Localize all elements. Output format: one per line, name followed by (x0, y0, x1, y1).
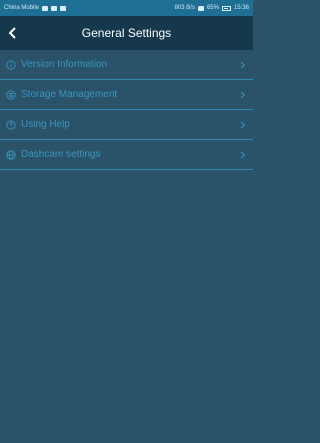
status-bar: China Mobile 803 B/s 65% 15:36 (0, 0, 253, 16)
back-button[interactable] (0, 16, 26, 50)
dashcam-icon (6, 149, 16, 160)
message-icon (42, 5, 49, 11)
battery-percent: 65% (206, 5, 219, 11)
help-icon (6, 119, 16, 130)
chevron-right-icon (239, 150, 247, 160)
storage-icon (6, 89, 16, 100)
menu-item-label: Storage Management (21, 89, 118, 100)
status-left: China Mobile (4, 5, 67, 11)
chevron-left-icon (9, 27, 16, 39)
network-speed: 803 B/s (174, 5, 195, 11)
carrier-label: China Mobile (4, 5, 40, 11)
title-bar: General Settings (0, 16, 253, 50)
battery-icon (221, 5, 231, 11)
menu-item-label: Version Information (21, 59, 108, 70)
app-icon (60, 5, 67, 11)
menu-item-storage-management[interactable]: Storage Management (0, 80, 253, 110)
settings-menu: Version Information Storage Management U… (0, 50, 253, 170)
notification-icon (51, 5, 58, 11)
menu-item-label: Using Help (21, 119, 70, 130)
chevron-right-icon (239, 120, 247, 130)
chevron-right-icon (239, 90, 247, 100)
chevron-right-icon (239, 60, 247, 70)
menu-item-using-help[interactable]: Using Help (0, 110, 253, 140)
menu-item-dashcam-settings[interactable]: Dashcam settings (0, 140, 253, 170)
signal-icon (197, 5, 204, 11)
menu-item-label: Dashcam settings (21, 149, 101, 160)
page-title: General Settings (81, 26, 172, 40)
status-right: 803 B/s 65% 15:36 (175, 5, 249, 11)
clock: 15:36 (233, 5, 249, 11)
menu-item-version-information[interactable]: Version Information (0, 50, 253, 80)
info-icon (6, 59, 16, 70)
